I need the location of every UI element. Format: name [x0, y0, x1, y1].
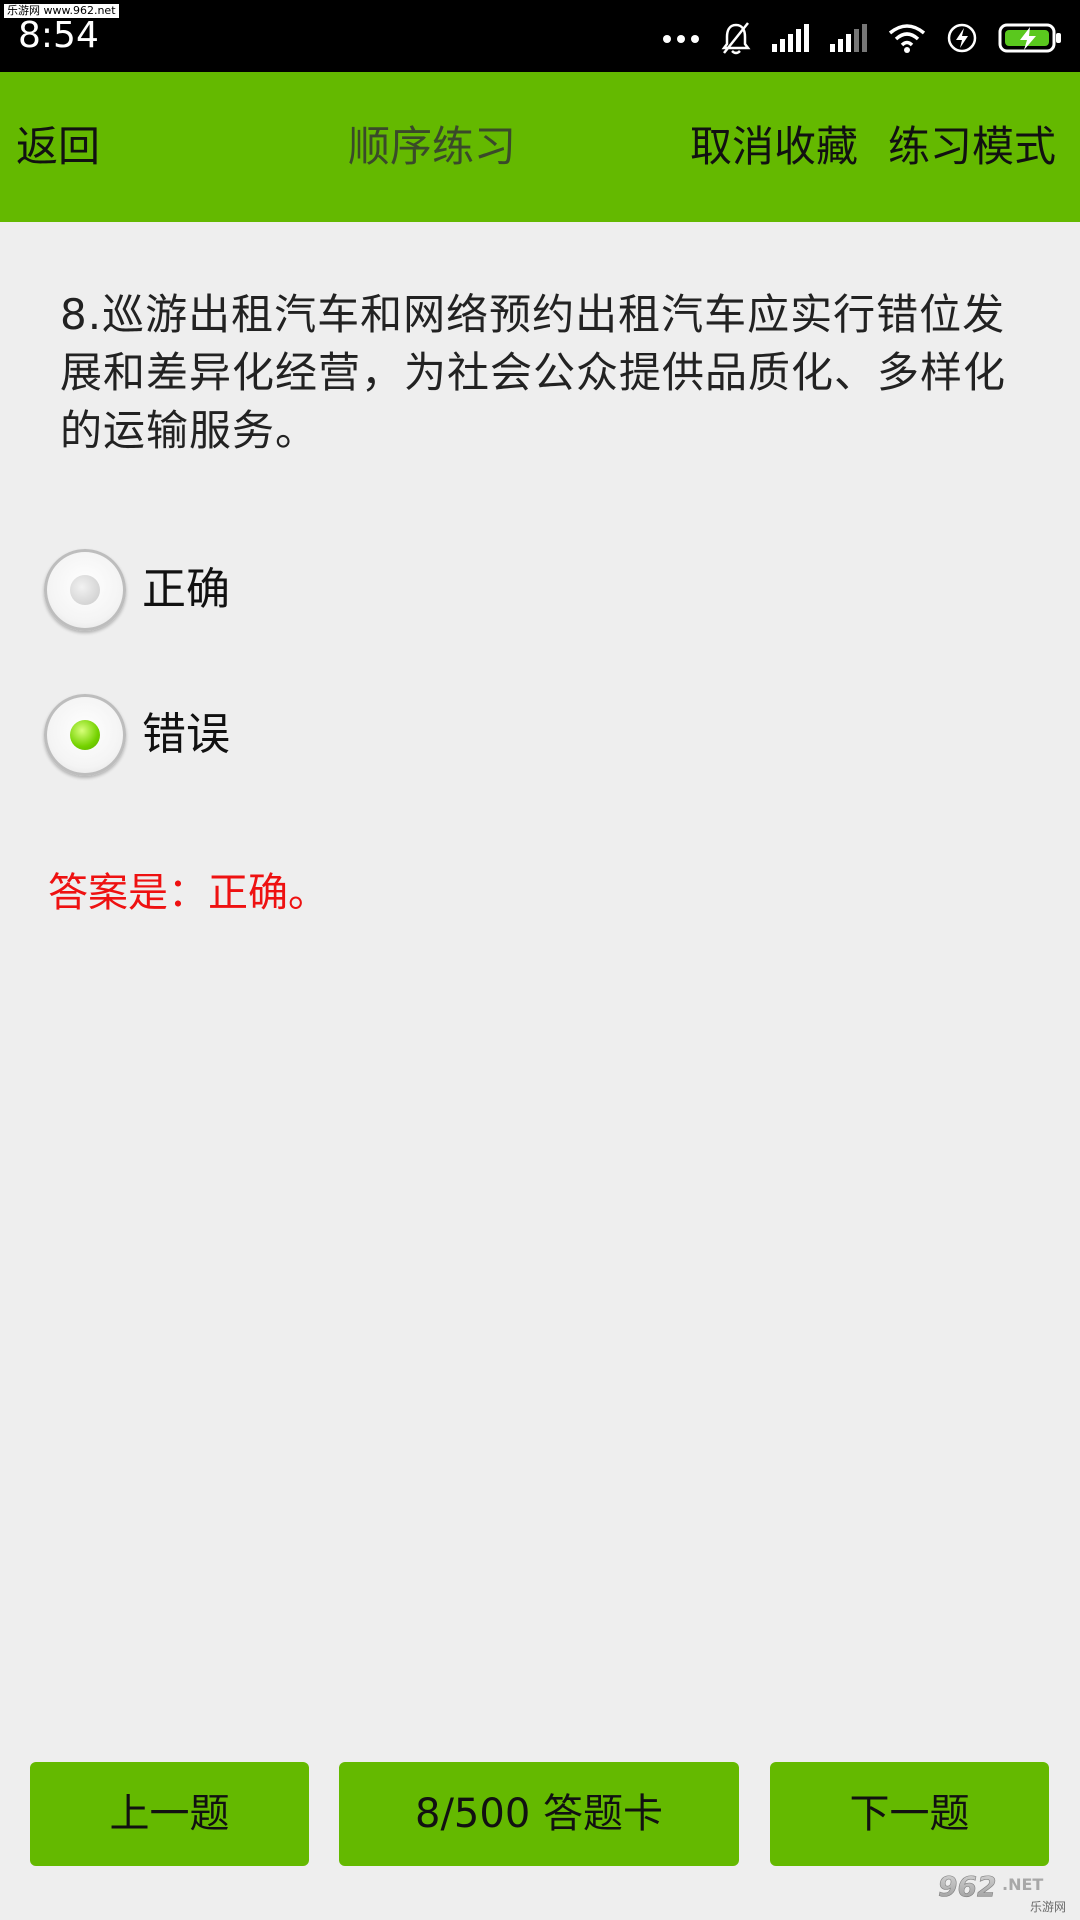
- status-time: 8:54: [18, 15, 99, 56]
- radio-button[interactable]: [44, 549, 126, 631]
- watermark-logo: 962 .NET 乐游网: [934, 1868, 1074, 1914]
- svg-text:962: 962: [938, 1870, 996, 1902]
- back-button[interactable]: 返回: [16, 119, 100, 175]
- radio-button-selected[interactable]: [44, 694, 126, 776]
- watermark-caption: 乐游网: [1029, 1900, 1066, 1914]
- notifications-off-icon: [721, 22, 751, 55]
- status-icons: [662, 18, 1062, 58]
- watermark-logo-graphic: 962 .NET: [938, 1870, 1044, 1904]
- unfavorite-button[interactable]: 取消收藏: [690, 119, 858, 175]
- option-label: 错误: [142, 709, 230, 760]
- answer-card-button[interactable]: 8/500 答题卡: [339, 1762, 739, 1866]
- option-label: 正确: [142, 564, 230, 615]
- option-wrong[interactable]: 错误: [44, 690, 644, 780]
- charging-icon: [947, 23, 977, 53]
- screen: 乐游网 www.962.net 8:54 返回 顺序练习 取消收藏 练习模式 8…: [0, 0, 1080, 1920]
- svg-text:.NET: .NET: [1002, 1875, 1043, 1894]
- question-text: 8.巡游出租汽车和网络预约出租汽车应实行错位发展和差异化经营，为社会公众提供品质…: [60, 290, 1007, 455]
- toolbar: 返回 顺序练习 取消收藏 练习模式: [0, 72, 1080, 222]
- practice-mode-button[interactable]: 练习模式: [888, 119, 1056, 175]
- more-dots-icon: [663, 35, 699, 43]
- battery-icon: [998, 23, 1061, 53]
- wifi-icon: [888, 24, 926, 53]
- page-title: 顺序练习: [348, 122, 517, 171]
- previous-question-button[interactable]: 上一题: [30, 1762, 309, 1866]
- next-question-button[interactable]: 下一题: [770, 1762, 1049, 1866]
- status-bar: 乐游网 www.962.net 8:54: [0, 0, 1080, 72]
- signal-icon: [772, 24, 809, 52]
- option-correct[interactable]: 正确: [44, 545, 644, 635]
- answer-text: 答案是：正确。: [48, 870, 328, 916]
- signal-icon: [830, 24, 867, 52]
